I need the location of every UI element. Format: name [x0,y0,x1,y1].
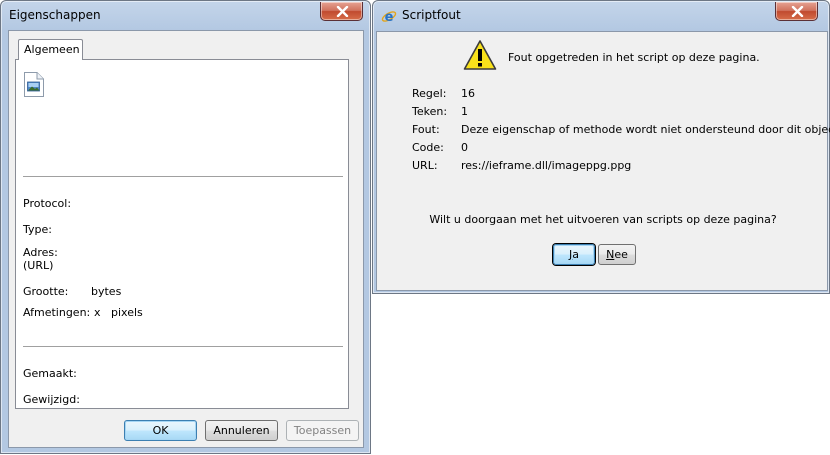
tab-algemeen-label: Algemeen [24,43,80,56]
code-label: Code: [412,141,444,154]
created-label: Gemaakt: [23,367,77,380]
properties-close-button[interactable] [320,2,363,21]
script-error-client-area: Fout opgetreden in het script op deze pa… [376,31,830,291]
continue-question: Wilt u doorgaan met het uitvoeren van sc… [429,213,777,226]
separator-bottom [23,346,343,347]
yes-button[interactable]: Ja [553,244,595,265]
address-label: Adres: [23,246,58,259]
line-value: 16 [461,87,475,100]
close-icon [336,6,349,17]
properties-window: Eigenschappen Algemeen Protocol: Type: A… [0,0,371,454]
code-value: 0 [461,141,468,154]
script-error-window: e Scriptfout Fout opgetreden in het scri… [372,0,830,294]
type-label: Type: [23,223,52,236]
dimensions-label: Afmetingen: [23,306,91,319]
error-value: Deze eigenschap of methode wordt niet on… [461,123,830,136]
tab-algemeen[interactable]: Algemeen [18,39,83,60]
modified-label: Gewijzigd: [23,393,80,406]
internet-explorer-icon: e [381,10,397,24]
properties-title: Eigenschappen [9,8,101,22]
error-message: Fout opgetreden in het script op deze pa… [508,51,760,64]
ok-button[interactable]: OK [124,420,197,441]
svg-text:e: e [385,10,394,24]
no-button-label: ee [614,248,628,261]
script-error-titlebar[interactable]: e Scriptfout [373,1,829,31]
error-label: Fout: [412,123,440,136]
general-tab-panel: Protocol: Type: Adres: (URL) Grootte: by… [15,59,349,409]
script-error-close-button[interactable] [775,2,818,21]
separator-top [23,176,343,177]
image-file-icon [24,72,44,97]
script-error-title: Scriptfout [402,8,461,22]
apply-button[interactable]: Toepassen [286,420,359,441]
yes-button-label: a [572,248,579,261]
properties-titlebar[interactable]: Eigenschappen [1,1,370,31]
size-label: Grootte: [23,285,69,298]
char-value: 1 [461,105,468,118]
properties-client-area: Algemeen Protocol: Type: Adres: (URL) Gr… [8,30,364,448]
url-label: URL: [412,159,438,172]
char-label: Teken: [412,105,448,118]
warning-icon [463,40,497,70]
url-value: res://ieframe.dll/imageppg.ppg [461,159,632,172]
address-url-label: (URL) [23,259,54,272]
no-button[interactable]: Nee [598,244,636,265]
close-icon [791,6,804,17]
size-unit: bytes [91,285,122,298]
dimensions-separator: x [94,306,101,319]
line-label: Regel: [412,87,447,100]
dimensions-unit: pixels [111,306,143,319]
cancel-button[interactable]: Annuleren [205,420,278,441]
protocol-label: Protocol: [23,197,72,210]
